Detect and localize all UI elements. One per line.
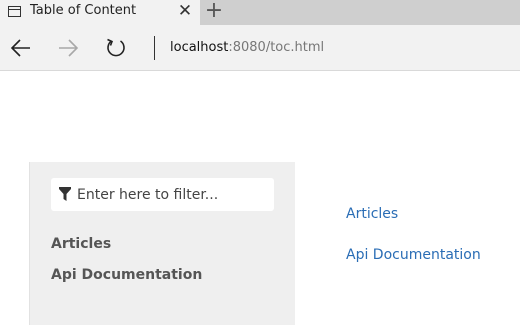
tab-title: Table of Content xyxy=(30,3,137,18)
funnel-icon xyxy=(59,187,71,201)
filter-box[interactable] xyxy=(51,178,274,211)
toc-sidebar: Articles Api Documentation xyxy=(29,162,295,325)
page-icon xyxy=(8,6,21,17)
link-articles[interactable]: Articles xyxy=(346,206,398,222)
back-button[interactable] xyxy=(8,35,34,61)
address-bar[interactable]: localhost:8080/toc.html xyxy=(170,40,324,55)
refresh-icon xyxy=(107,38,125,57)
address-bar-divider xyxy=(154,36,155,60)
toc-item-articles[interactable]: Articles xyxy=(51,236,111,252)
toc-item-api-documentation[interactable]: Api Documentation xyxy=(51,267,202,283)
close-icon[interactable]: ✕ xyxy=(176,1,194,21)
filter-input[interactable] xyxy=(77,181,267,208)
arrow-left-icon xyxy=(10,39,30,57)
url-path: :8080/toc.html xyxy=(228,40,325,55)
link-api-documentation[interactable]: Api Documentation xyxy=(346,247,481,263)
browser-toolbar: localhost:8080/toc.html xyxy=(0,25,520,71)
arrow-right-icon xyxy=(59,39,79,57)
tab-strip: Table of Content ✕ + xyxy=(0,0,520,25)
refresh-button[interactable] xyxy=(103,35,129,61)
forward-button[interactable] xyxy=(55,35,81,61)
browser-tab-active[interactable]: Table of Content ✕ xyxy=(0,0,200,25)
url-host: localhost xyxy=(170,40,229,55)
new-tab-icon[interactable]: + xyxy=(204,0,224,24)
